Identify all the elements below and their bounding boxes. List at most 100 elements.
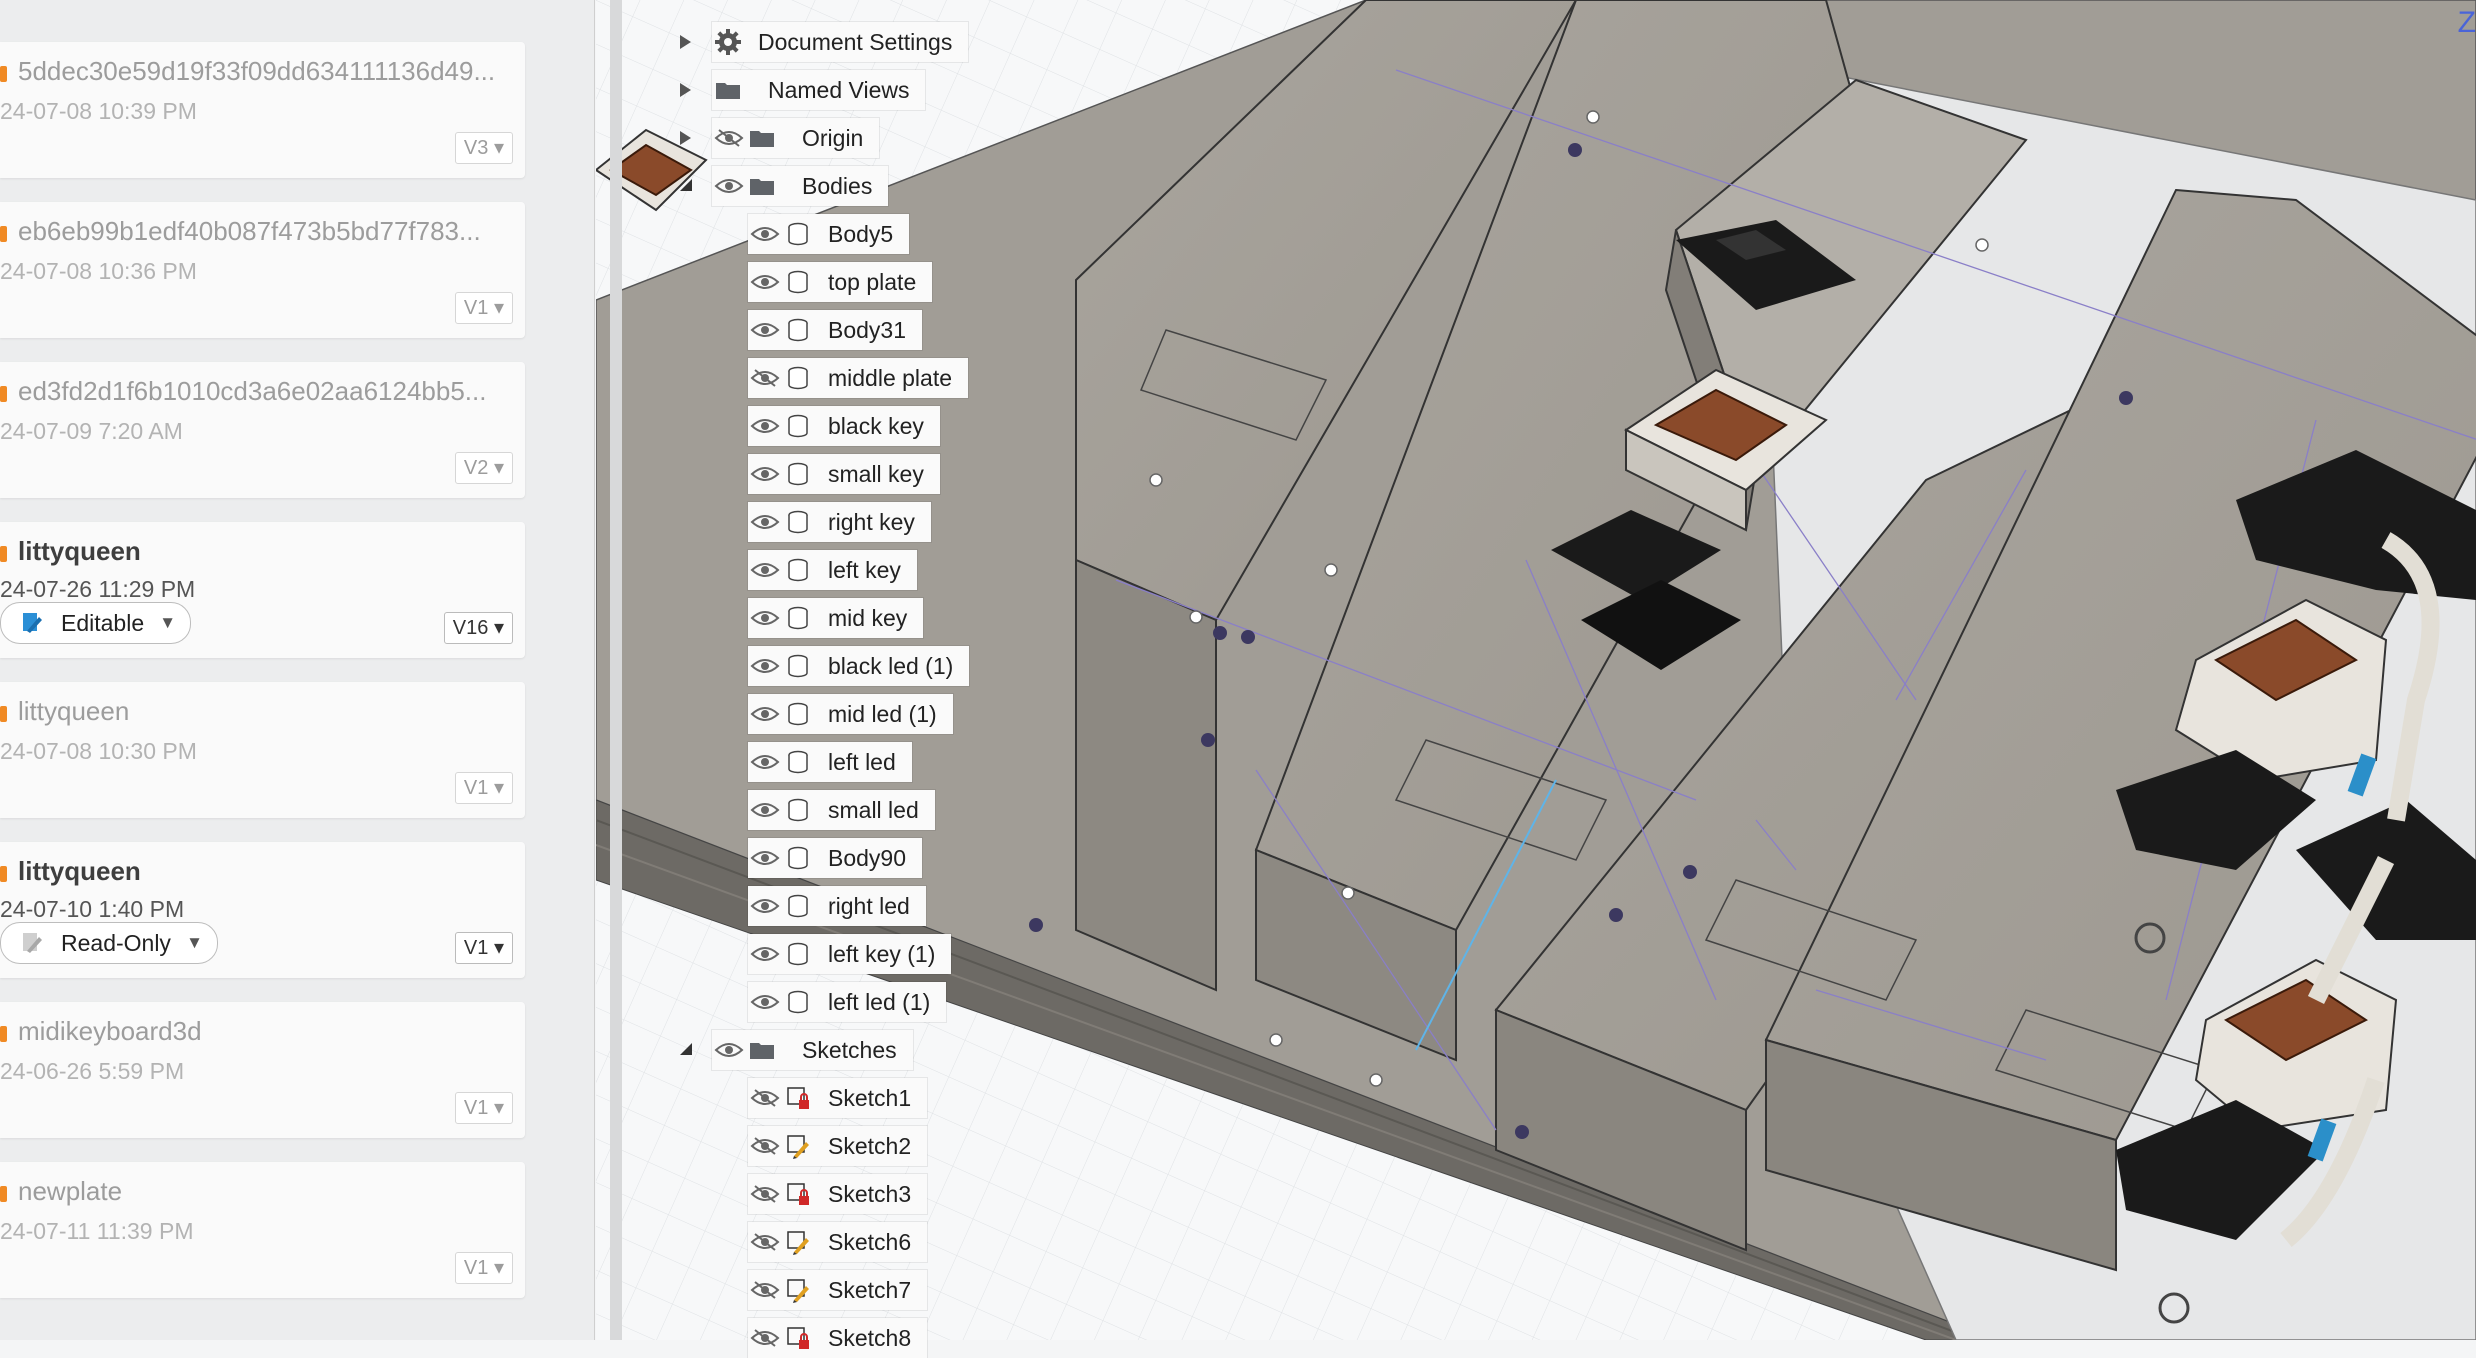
eye-slash-icon[interactable]	[748, 1270, 782, 1310]
browser-node-label: Sketch7	[828, 1276, 912, 1303]
permission-dropdown[interactable]: Editable ▼	[0, 602, 192, 644]
browser-node-sketch7[interactable]: Sketch7	[748, 1270, 928, 1310]
eye-icon[interactable]	[748, 598, 782, 638]
browser-node-sketch6[interactable]: Sketch6	[748, 1222, 928, 1262]
sketch-edit-icon	[782, 1126, 814, 1166]
version-dropdown[interactable]: V1	[454, 292, 513, 324]
browser-node-sketches[interactable]: Sketches	[712, 1030, 913, 1070]
design-title[interactable]: littyqueen	[18, 536, 141, 567]
body-icon	[782, 886, 814, 926]
browser-node-named-views[interactable]: Named Views	[712, 70, 926, 110]
eye-icon[interactable]	[748, 214, 782, 254]
expand-arrow-icon[interactable]	[680, 35, 691, 49]
browser-node-mid-key[interactable]: mid key	[748, 598, 924, 638]
design-card[interactable]: newplate 24-07-11 11:39 PM V1	[0, 1162, 525, 1298]
browser-node-small-led[interactable]: small led	[748, 790, 935, 830]
eye-icon[interactable]	[748, 838, 782, 878]
browser-node-label: Bodies	[802, 172, 873, 199]
version-dropdown[interactable]: V1	[454, 1252, 513, 1284]
design-title[interactable]: 5ddec30e59d19f33f09dd634111136d49...	[18, 56, 495, 87]
version-dropdown[interactable]: V1	[454, 772, 513, 804]
eye-icon[interactable]	[712, 166, 746, 206]
eye-icon[interactable]	[748, 742, 782, 782]
eye-icon[interactable]	[748, 502, 782, 542]
browser-node-label: Body5	[828, 220, 894, 247]
design-card[interactable]: eb6eb99b1edf40b087f473b5bd77f783... 24-07…	[0, 202, 525, 338]
design-title[interactable]: newplate	[18, 1176, 122, 1207]
browser-node-right-key[interactable]: right key	[748, 502, 931, 542]
eye-icon[interactable]	[748, 790, 782, 830]
eye-icon[interactable]	[748, 886, 782, 926]
collapse-arrow-icon[interactable]	[680, 179, 692, 191]
browser-node-label: mid key	[828, 604, 908, 631]
design-title[interactable]: littyqueen	[18, 856, 141, 887]
pencil-icon	[23, 613, 42, 633]
version-dropdown[interactable]: V3	[454, 132, 513, 164]
browser-node-label: small key	[828, 460, 924, 487]
eye-icon[interactable]	[748, 454, 782, 494]
expand-arrow-icon[interactable]	[680, 83, 691, 97]
browser-node-body31[interactable]: Body31	[748, 310, 923, 350]
version-dropdown[interactable]: V2	[454, 452, 513, 484]
eye-icon[interactable]	[748, 310, 782, 350]
eye-slash-icon[interactable]	[748, 1318, 782, 1358]
design-title[interactable]: ed3fd2d1f6b1010cd3a6e02aa6124bb5...	[18, 376, 486, 407]
design-card[interactable]: littyqueen 24-07-10 1:40 PM Read-Only ▼ V1	[0, 842, 525, 978]
eye-icon[interactable]	[748, 694, 782, 734]
eye-icon[interactable]	[748, 646, 782, 686]
version-dropdown[interactable]: V1	[454, 1092, 513, 1124]
browser-node-left-led[interactable]: left led	[748, 742, 912, 782]
design-title[interactable]: littyqueen	[18, 696, 129, 727]
browser-node-sketch8[interactable]: Sketch8	[748, 1318, 928, 1358]
eye-icon[interactable]	[712, 1030, 746, 1070]
eye-icon[interactable]	[748, 406, 782, 446]
browser-node-left-key[interactable]: left key	[748, 550, 917, 590]
browser-node-label: small led	[828, 796, 919, 823]
browser-node-origin[interactable]: Origin	[712, 118, 880, 158]
browser-node-middle-plate[interactable]: middle plate	[748, 358, 969, 398]
browser-node-right-led[interactable]: right led	[748, 886, 926, 926]
browser-node-top-plate[interactable]: top plate	[748, 262, 933, 302]
design-card[interactable]: littyqueen 24-07-08 10:30 PM V1	[0, 682, 525, 818]
design-status-marker	[0, 226, 7, 242]
design-card[interactable]: 5ddec30e59d19f33f09dd634111136d49... 24-0…	[0, 42, 525, 178]
eye-slash-icon[interactable]	[748, 1078, 782, 1118]
browser-node-sketch2[interactable]: Sketch2	[748, 1126, 928, 1166]
design-card[interactable]: midikeyboard3d 24-06-26 5:59 PM V1	[0, 1002, 525, 1138]
browser-node-sketch1[interactable]: Sketch1	[748, 1078, 928, 1118]
permission-dropdown[interactable]: Read-Only ▼	[0, 922, 218, 964]
browser-node-mid-led-1[interactable]: mid led (1)	[748, 694, 953, 734]
eye-icon[interactable]	[748, 550, 782, 590]
browser-node-left-led-1[interactable]: left led (1)	[748, 982, 947, 1022]
eye-slash-icon[interactable]	[748, 1222, 782, 1262]
design-card[interactable]: ed3fd2d1f6b1010cd3a6e02aa6124bb5... 24-07…	[0, 362, 525, 498]
eye-slash-icon[interactable]	[748, 1174, 782, 1214]
version-dropdown[interactable]: V1	[454, 932, 513, 964]
browser-node-body5[interactable]: Body5	[748, 214, 910, 254]
version-dropdown[interactable]: V16	[443, 612, 513, 644]
design-title[interactable]: midikeyboard3d	[18, 1016, 202, 1047]
browser-node-document-settings[interactable]: Document Settings	[712, 22, 969, 62]
browser-node-small-key[interactable]: small key	[748, 454, 940, 494]
browser-node-black-key[interactable]: black key	[748, 406, 940, 446]
browser-node-black-led-1[interactable]: black led (1)	[748, 646, 970, 686]
design-status-marker	[0, 66, 7, 82]
design-title[interactable]: eb6eb99b1edf40b087f473b5bd77f783...	[18, 216, 481, 247]
eye-slash-icon[interactable]	[748, 358, 782, 398]
design-card[interactable]: littyqueen 24-07-26 11:29 PM Editable ▼ V16	[0, 522, 525, 658]
eye-slash-icon[interactable]	[712, 118, 746, 158]
expand-arrow-icon[interactable]	[680, 131, 691, 145]
eye-slash-icon[interactable]	[748, 1126, 782, 1166]
browser-node-bodies[interactable]: Bodies	[712, 166, 889, 206]
eye-icon[interactable]	[748, 982, 782, 1022]
browser-node-body90[interactable]: Body90	[748, 838, 923, 878]
browser-node-left-key-1[interactable]: left key (1)	[748, 934, 952, 974]
eye-icon[interactable]	[748, 262, 782, 302]
browser-node-label: middle plate	[828, 364, 953, 391]
view-cube-axis-label[interactable]: Z	[2458, 6, 2476, 40]
browser-node-sketch3[interactable]: Sketch3	[748, 1174, 928, 1214]
collapse-arrow-icon[interactable]	[680, 1043, 692, 1055]
browser-node-label: Named Views	[768, 76, 910, 103]
eye-icon[interactable]	[748, 934, 782, 974]
lock-document-icon	[23, 933, 42, 953]
